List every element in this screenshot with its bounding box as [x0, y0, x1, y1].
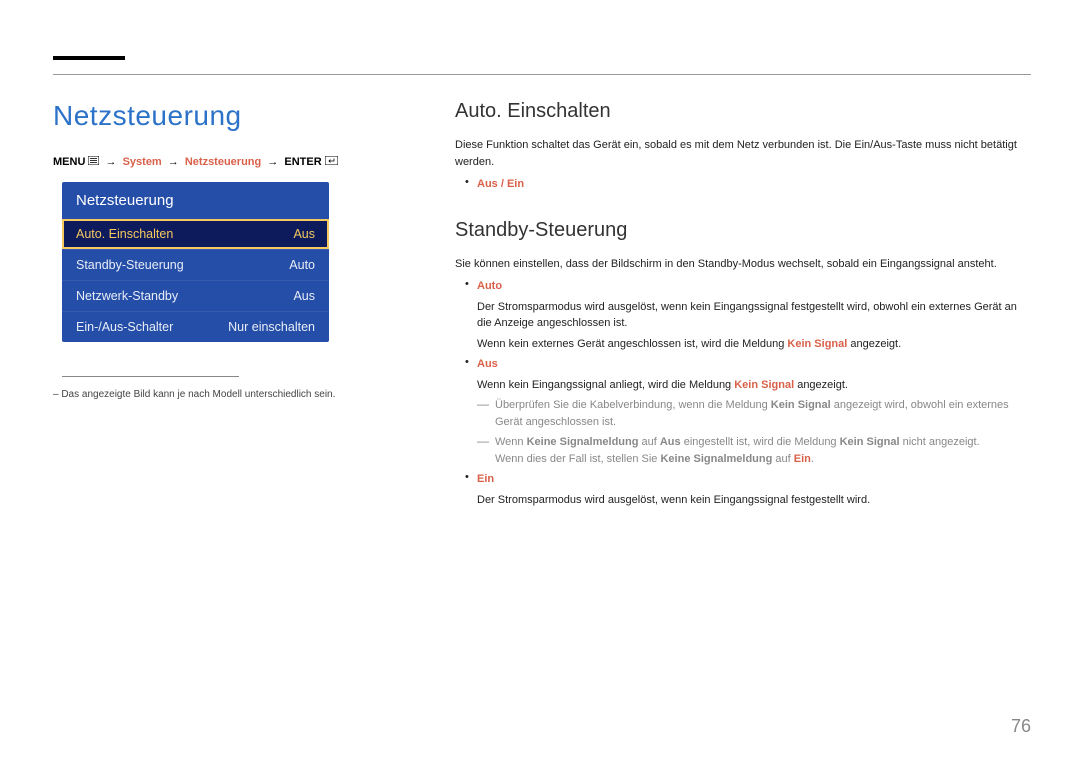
- bullet-dot-icon: •: [455, 278, 477, 295]
- sub-text: Der Stromsparmodus wird ausgelöst, wenn …: [477, 492, 1031, 509]
- bullet-dot-icon: •: [455, 176, 477, 193]
- enter-icon: [325, 156, 338, 168]
- header-divider: [53, 74, 1031, 75]
- page-title: Netzsteuerung: [53, 100, 242, 132]
- dash-icon: ―: [477, 434, 495, 467]
- bullet-item-ein: • Ein: [455, 471, 1031, 488]
- menu-note: – Das angezeigte Bild kann je nach Model…: [53, 389, 335, 400]
- text-fragment: auf: [772, 453, 793, 465]
- menu-item-label: Auto. Einschalten: [76, 227, 173, 241]
- sub-text: Wenn kein externes Gerät angeschlossen i…: [477, 336, 1031, 353]
- text-aus: Aus: [660, 436, 681, 448]
- menu-item-netzwerk-standby[interactable]: Netzwerk-Standby Aus: [62, 280, 329, 311]
- text-fragment: Wenn: [495, 436, 527, 448]
- text-ein: Ein: [794, 453, 811, 465]
- page-number: 76: [1011, 716, 1031, 737]
- text-kein-signal: Kein Signal: [771, 399, 831, 411]
- bullet-item-aus: • Aus: [455, 356, 1031, 373]
- menu-item-ein-aus-schalter[interactable]: Ein-/Aus-Schalter Nur einschalten: [62, 311, 329, 342]
- menu-item-value: Aus: [293, 227, 315, 241]
- breadcrumb-netzsteuerung: Netzsteuerung: [185, 156, 261, 168]
- text-fragment: angezeigt.: [794, 379, 848, 391]
- dash-icon: ―: [477, 397, 495, 430]
- breadcrumb-menu: MENU: [53, 156, 85, 168]
- menu-item-label: Ein-/Aus-Schalter: [76, 320, 173, 334]
- sub-text: Der Stromsparmodus wird ausgelöst, wenn …: [477, 299, 1031, 332]
- arrow-icon: →: [267, 156, 278, 168]
- dash-text: Überprüfen Sie die Kabelverbindung, wenn…: [495, 397, 1031, 430]
- text-kein-signal: Kein Signal: [734, 379, 794, 391]
- bullet-value: Aus / Ein: [477, 178, 524, 190]
- menu-item-value: Aus: [293, 289, 315, 303]
- text-kein-signal: Kein Signal: [840, 436, 900, 448]
- menu-item-value: Nur einschalten: [228, 320, 315, 334]
- text-fragment: auf: [638, 436, 659, 448]
- section-body: Sie können einstellen, dass der Bildschi…: [455, 256, 1031, 273]
- text-fragment: Wenn kein Eingangssignal anliegt, wird d…: [477, 379, 734, 391]
- text-fragment: .: [811, 453, 814, 465]
- menu-header: Netzsteuerung: [62, 182, 329, 219]
- text-fragment: nicht angezeigt.: [900, 436, 980, 448]
- text-fragment: Wenn dies der Fall ist, stellen Sie: [495, 453, 660, 465]
- bullet-dot-icon: •: [455, 356, 477, 373]
- note-divider: [62, 376, 239, 377]
- sub-text: Wenn kein Eingangssignal anliegt, wird d…: [477, 377, 1031, 394]
- breadcrumb: MENU → System → Netzsteuerung → ENTER: [53, 156, 338, 168]
- menu-box: Netzsteuerung Auto. Einschalten Aus Stan…: [62, 182, 329, 342]
- bullet-item: • Aus / Ein: [455, 176, 1031, 193]
- menu-item-value: Auto: [289, 258, 315, 272]
- section-body: Diese Funktion schaltet das Gerät ein, s…: [455, 137, 1031, 170]
- bullet-item-auto: • Auto: [455, 278, 1031, 295]
- menu-item-standby-steuerung[interactable]: Standby-Steuerung Auto: [62, 249, 329, 280]
- menu-icon: [88, 156, 99, 168]
- breadcrumb-enter: ENTER: [284, 156, 321, 168]
- header-accent-bar: [53, 56, 125, 60]
- dash-text: Wenn Keine Signalmeldung auf Aus eingest…: [495, 434, 1031, 467]
- dash-note: ― Wenn Keine Signalmeldung auf Aus einge…: [477, 434, 1031, 467]
- text-ksm: Keine Signalmeldung: [527, 436, 639, 448]
- section-title-auto-einschalten: Auto. Einschalten: [455, 100, 1031, 123]
- text-fragment: eingestellt ist, wird die Meldung: [681, 436, 840, 448]
- text-kein-signal: Kein Signal: [787, 338, 847, 350]
- breadcrumb-system: System: [123, 156, 162, 168]
- menu-item-auto-einschalten[interactable]: Auto. Einschalten Aus: [62, 219, 329, 249]
- bullet-label: Auto: [477, 280, 502, 292]
- menu-item-label: Standby-Steuerung: [76, 258, 184, 272]
- arrow-icon: →: [168, 156, 179, 168]
- text-ksm: Keine Signalmeldung: [660, 453, 772, 465]
- menu-item-label: Netzwerk-Standby: [76, 289, 178, 303]
- text-fragment: Wenn kein externes Gerät angeschlossen i…: [477, 338, 787, 350]
- dash-note: ― Überprüfen Sie die Kabelverbindung, we…: [477, 397, 1031, 430]
- bullet-label: Ein: [477, 473, 494, 485]
- bullet-dot-icon: •: [455, 471, 477, 488]
- text-fragment: Überprüfen Sie die Kabelverbindung, wenn…: [495, 399, 771, 411]
- content-area: Auto. Einschalten Diese Funktion schalte…: [455, 100, 1031, 512]
- bullet-label: Aus: [477, 358, 498, 370]
- section-title-standby-steuerung: Standby-Steuerung: [455, 219, 1031, 242]
- arrow-icon: →: [106, 156, 117, 168]
- text-fragment: angezeigt.: [847, 338, 901, 350]
